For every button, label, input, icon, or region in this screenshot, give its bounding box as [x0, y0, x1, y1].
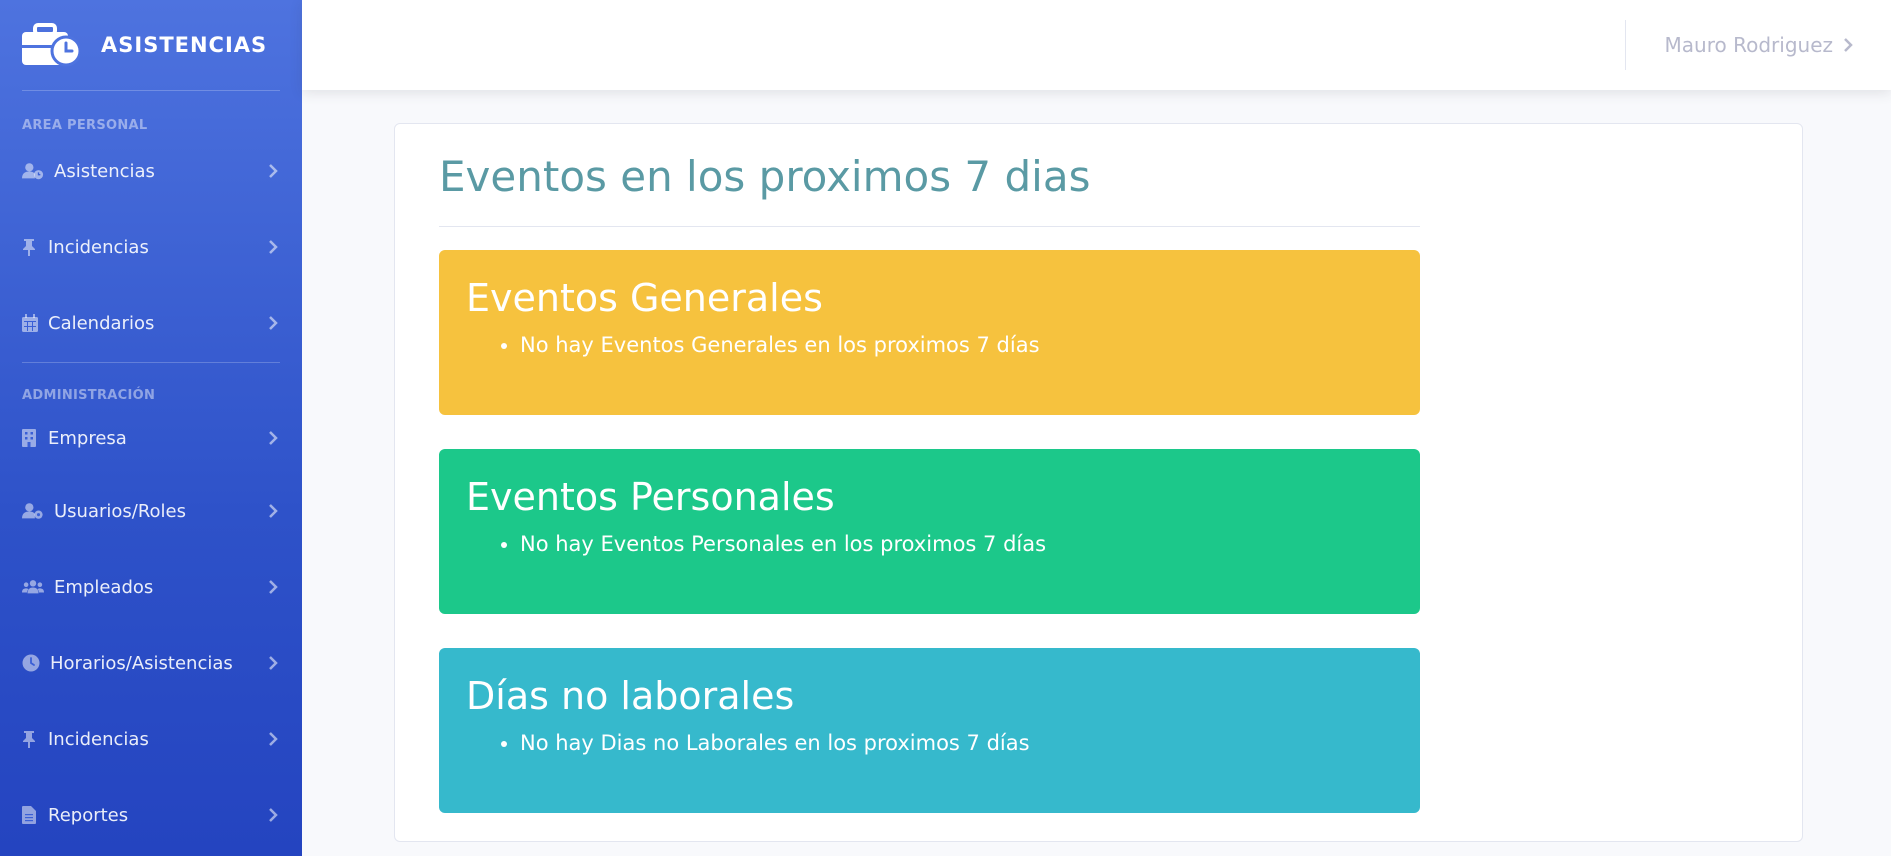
chevron-right-icon [268, 431, 278, 445]
sidebar-item-label: Incidencias [48, 728, 149, 750]
event-list: No hay Eventos Personales en los proximo… [493, 529, 1420, 559]
calendar-icon [22, 314, 44, 332]
sidebar: ASISTENCIAS AREA PERSONAL Asistencias In… [0, 0, 302, 856]
clock-icon [22, 654, 44, 672]
page-title: Eventos en los proximos 7 dias [439, 152, 1091, 201]
box-title: Eventos Personales [466, 475, 835, 519]
chevron-right-icon [1843, 38, 1853, 52]
chevron-right-icon [268, 580, 278, 594]
event-list: No hay Eventos Generales en los proximos… [493, 330, 1420, 360]
sidebar-item-label: Empleados [54, 576, 154, 598]
sidebar-item-label: Horarios/Asistencias [50, 652, 233, 674]
user-menu[interactable]: Mauro Rodriguez [1665, 0, 1853, 90]
file-icon [22, 806, 44, 824]
event-list: No hay Dias no Laborales en los proximos… [493, 728, 1420, 758]
brand[interactable]: ASISTENCIAS [0, 0, 302, 90]
sidebar-item-label: Usuarios/Roles [54, 500, 187, 522]
chevron-right-icon [268, 164, 278, 178]
sidebar-item-label: Reportes [48, 804, 129, 826]
users-icon [22, 579, 44, 595]
non-working-days-box: Días no laborales No hay Dias no Laboral… [439, 648, 1420, 813]
chevron-right-icon [268, 316, 278, 330]
section-heading-admin: ADMINISTRACIÓN [22, 388, 156, 403]
sidebar-item-incidencias-admin[interactable]: Incidencias [0, 701, 302, 777]
section-heading-personal: AREA PERSONAL [22, 118, 148, 133]
sidebar-item-label: Empresa [48, 427, 127, 449]
box-title: Eventos Generales [466, 276, 823, 320]
chevron-right-icon [268, 808, 278, 822]
general-events-box: Eventos Generales No hay Eventos General… [439, 250, 1420, 415]
briefcase-clock-icon [22, 23, 82, 67]
sidebar-item-reportes[interactable]: Reportes [0, 777, 302, 853]
events-card: Eventos en los proximos 7 dias Eventos G… [394, 123, 1803, 842]
sidebar-item-horarios-asistencias[interactable]: Horarios/Asistencias [0, 625, 302, 701]
sidebar-item-label: Calendarios [48, 312, 155, 334]
sidebar-divider [22, 90, 280, 91]
user-clock-icon [22, 162, 44, 180]
thumbtack-icon [22, 730, 44, 748]
sidebar-item-label: Incidencias [48, 236, 149, 258]
user-cog-icon [22, 502, 44, 520]
sidebar-item-asistencias[interactable]: Asistencias [0, 133, 302, 209]
sidebar-item-calendarios[interactable]: Calendarios [0, 285, 302, 361]
personal-events-box: Eventos Personales No hay Eventos Person… [439, 449, 1420, 614]
topbar: Mauro Rodriguez [302, 0, 1891, 90]
sidebar-item-empleados[interactable]: Empleados [0, 549, 302, 625]
list-item: No hay Dias no Laborales en los proximos… [520, 728, 1420, 758]
thumbtack-icon [22, 238, 44, 256]
chevron-right-icon [268, 240, 278, 254]
box-title: Días no laborales [466, 674, 795, 718]
user-name: Mauro Rodriguez [1664, 33, 1833, 57]
sidebar-divider [22, 362, 280, 363]
list-item: No hay Eventos Generales en los proximos… [520, 330, 1420, 360]
chevron-right-icon [268, 504, 278, 518]
sidebar-item-label: Asistencias [54, 160, 155, 182]
sidebar-item-empresa[interactable]: Empresa [0, 403, 302, 473]
chevron-right-icon [268, 732, 278, 746]
brand-title: ASISTENCIAS [101, 33, 268, 57]
sidebar-item-usuarios-roles[interactable]: Usuarios/Roles [0, 473, 302, 549]
topbar-divider [1625, 20, 1626, 70]
chevron-right-icon [268, 656, 278, 670]
list-item: No hay Eventos Personales en los proximo… [520, 529, 1420, 559]
sidebar-item-incidencias-personal[interactable]: Incidencias [0, 209, 302, 285]
title-divider [439, 226, 1420, 227]
building-icon [22, 429, 44, 447]
